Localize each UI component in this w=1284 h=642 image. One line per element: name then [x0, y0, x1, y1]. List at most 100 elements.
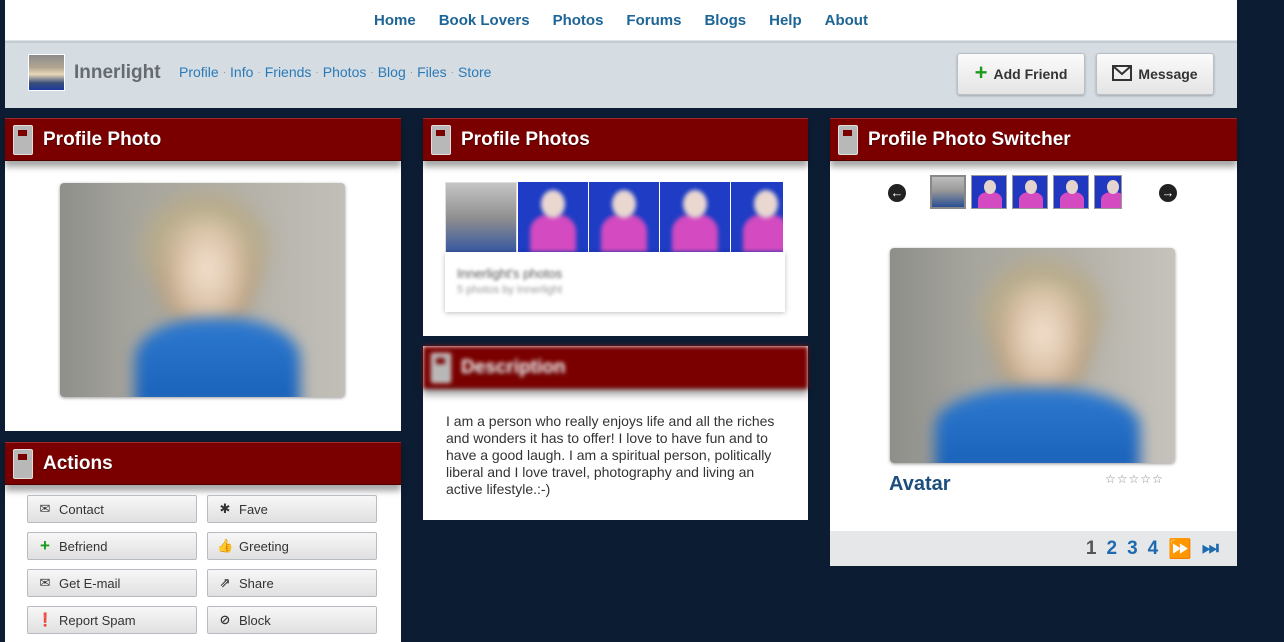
panel-title: Profile Photo [43, 129, 162, 150]
nav-book-lovers[interactable]: Book Lovers [439, 12, 530, 29]
separator: · [222, 66, 227, 78]
report-spam-label: Report Spam [59, 612, 136, 628]
album-card[interactable]: Innerlight's photos 5 photos by Innerlig… [445, 252, 785, 312]
profile-photo-image[interactable] [60, 183, 345, 397]
album-subtitle: 5 photos by Innerlight [457, 284, 563, 296]
message-button[interactable]: Message [1096, 53, 1214, 95]
page-3[interactable]: 3 [1127, 538, 1138, 560]
subnav-store[interactable]: Store [458, 64, 491, 80]
contact-button[interactable]: ✉ Contact [27, 495, 197, 523]
nav-home[interactable]: Home [374, 12, 416, 29]
fave-button[interactable]: ✱ Fave [207, 495, 377, 523]
panel-header: Profile Photo [5, 118, 401, 161]
book-icon [13, 125, 33, 155]
book-icon [431, 125, 451, 155]
subnav-friends[interactable]: Friends [265, 64, 312, 80]
next-page-icon[interactable]: ⏩ [1168, 537, 1192, 561]
book-icon [13, 449, 33, 479]
envelope-icon: ✉ [39, 575, 51, 590]
avatar[interactable] [28, 54, 65, 91]
switcher-thumbnail[interactable] [930, 175, 966, 209]
photo-thumbnail[interactable] [518, 182, 588, 252]
photo-shirt-shape [135, 318, 300, 397]
actions-grid: ✉ Contact ✱ Fave + Befriend 👍 Greeting ✉ Get … [27, 495, 377, 634]
photo-shirt-shape [935, 388, 1140, 463]
nav-photos[interactable]: Photos [553, 12, 604, 29]
profile-photos-panel: Profile Photos Innerlight's photos 5 pho… [423, 118, 808, 336]
user-bar: Innerlight Profile · Info · Friends · Photo… [5, 41, 1237, 108]
top-navigation: Home Book Lovers Photos Forums Blogs Hel… [5, 0, 1237, 41]
plus-icon: + [974, 59, 988, 85]
profile-photo-panel: Profile Photo [5, 118, 401, 431]
befriend-button[interactable]: + Befriend [27, 532, 197, 560]
photo-switcher-panel: Profile Photo Switcher ← → Avatar ☆☆☆☆☆ … [830, 118, 1237, 566]
thumbs-up-icon: 👍 [217, 538, 234, 553]
username[interactable]: Innerlight [74, 62, 161, 84]
page-2[interactable]: 2 [1106, 538, 1117, 560]
star-rating[interactable]: ☆☆☆☆☆ [1105, 472, 1164, 486]
separator: · [315, 66, 319, 78]
exclamation-icon: ❗ [37, 612, 54, 627]
befriend-label: Befriend [59, 538, 108, 554]
panel-header: Description [423, 346, 808, 389]
subnav-photos[interactable]: Photos [323, 64, 367, 80]
envelope-icon: ✉ [39, 501, 51, 516]
subnav-files[interactable]: Files [417, 64, 447, 80]
last-page-icon[interactable]: ⏭ [1202, 538, 1219, 560]
photo-thumbnail[interactable] [589, 182, 659, 252]
pagination: 1 2 3 4 ⏩ ⏭ [830, 531, 1237, 566]
nav-about[interactable]: About [825, 12, 868, 29]
nav-forums[interactable]: Forums [626, 12, 681, 29]
subnav-info[interactable]: Info [230, 64, 253, 80]
panel-header: Actions [5, 442, 401, 485]
fave-label: Fave [239, 501, 268, 517]
envelope-icon [1112, 64, 1133, 84]
panel-header: Profile Photos [423, 118, 808, 161]
panel-title: Profile Photos [461, 129, 590, 150]
separator: · [450, 66, 454, 78]
separator: · [257, 66, 261, 78]
subnav-blog[interactable]: Blog [378, 64, 406, 80]
get-email-button[interactable]: ✉ Get E-mail [27, 569, 197, 597]
subnav-profile[interactable]: Profile [179, 64, 219, 80]
book-icon [431, 353, 451, 383]
message-label: Message [1138, 66, 1198, 82]
arrow-left-icon[interactable]: ← [888, 184, 906, 202]
get-email-label: Get E-mail [59, 575, 121, 591]
description-panel: Description I am a person who really enj… [423, 346, 808, 520]
asterisk-icon: ✱ [219, 501, 231, 516]
switcher-thumbnail[interactable] [1053, 175, 1089, 209]
greeting-label: Greeting [239, 538, 289, 554]
share-icon: ⇗ [219, 575, 231, 590]
share-button[interactable]: ⇗ Share [207, 569, 377, 597]
switcher-thumbnails [930, 175, 1122, 209]
nav-blogs[interactable]: Blogs [704, 12, 746, 29]
switcher-thumbnail[interactable] [1094, 175, 1122, 209]
profile-subnav: Profile · Info · Friends · Photos · Blog · Fi… [179, 64, 491, 80]
add-friend-button[interactable]: + Add Friend [957, 53, 1085, 95]
page-4[interactable]: 4 [1148, 538, 1159, 560]
block-icon: ⊘ [219, 612, 231, 627]
panel-title: Description [461, 357, 566, 378]
share-label: Share [239, 575, 274, 591]
plus-icon: + [40, 536, 50, 555]
photo-caption: Avatar [889, 473, 951, 495]
arrow-right-icon[interactable]: → [1159, 184, 1177, 202]
contact-label: Contact [59, 501, 104, 517]
panel-title: Profile Photo Switcher [868, 129, 1071, 150]
nav-help[interactable]: Help [769, 12, 802, 29]
switcher-thumbnail[interactable] [971, 175, 1007, 209]
switcher-thumbnail[interactable] [1012, 175, 1048, 209]
add-friend-label: Add Friend [993, 66, 1068, 82]
photo-thumbnail[interactable] [445, 182, 517, 254]
photo-strip [445, 182, 784, 254]
panel-title: Actions [43, 453, 113, 474]
album-title: Innerlight's photos [457, 266, 563, 281]
greeting-button[interactable]: 👍 Greeting [207, 532, 377, 560]
switcher-main-photo[interactable] [890, 248, 1175, 463]
photo-thumbnail[interactable] [731, 182, 783, 252]
page-1[interactable]: 1 [1086, 538, 1097, 560]
separator: · [370, 66, 374, 78]
photo-thumbnail[interactable] [660, 182, 730, 252]
book-icon [838, 125, 858, 155]
